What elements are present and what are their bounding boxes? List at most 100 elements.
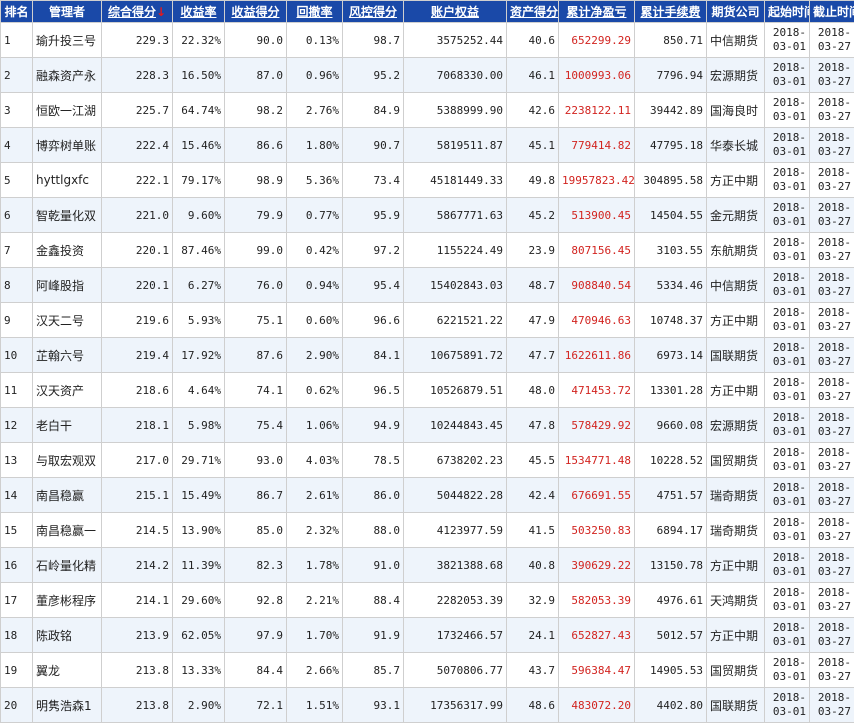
header-label[interactable]: 账户权益: [431, 5, 479, 19]
header-label[interactable]: 资产得分: [510, 5, 558, 19]
table-row[interactable]: 7金鑫投资220.187.46%99.00.42%97.21155224.492…: [1, 233, 854, 268]
end-date-cell: 2018-03-27: [810, 268, 854, 303]
header-label[interactable]: 风控得分: [349, 5, 397, 19]
table-row[interactable]: 19翼龙213.813.33%84.42.66%85.75070806.7743…: [1, 653, 854, 688]
net-pnl-cell: 1622611.86: [559, 338, 635, 373]
start-date-cell: 2018-03-01: [765, 478, 810, 513]
end-date-cell: 2018-03-27: [810, 128, 854, 163]
header-total-score[interactable]: 综合得分↓: [102, 1, 173, 23]
company-cell: 国海良时: [707, 93, 765, 128]
manager-name-link[interactable]: 南昌稳赢: [33, 478, 102, 513]
manager-name-link[interactable]: 博弈树单账: [33, 128, 102, 163]
manager-name-link[interactable]: 明隽浩森1: [33, 688, 102, 723]
header-drawdown[interactable]: 回撤率: [287, 1, 343, 23]
start-date-cell: 2018-03-01: [765, 548, 810, 583]
total-score-cell: 222.1: [102, 163, 173, 198]
manager-name-link[interactable]: 汉天资产: [33, 373, 102, 408]
table-row[interactable]: 5hyttlgxfc222.179.17%98.95.36%73.4451814…: [1, 163, 854, 198]
table-row[interactable]: 15南昌稳赢一214.513.90%85.02.32%88.04123977.5…: [1, 513, 854, 548]
manager-name-link[interactable]: 南昌稳赢一: [33, 513, 102, 548]
company-cell: 中信期货: [707, 268, 765, 303]
company-cell: 宏源期货: [707, 58, 765, 93]
fee-cell: 3103.55: [635, 233, 707, 268]
manager-name-link[interactable]: 瑜升投三号: [33, 23, 102, 58]
manager-name-link[interactable]: 芷翰六号: [33, 338, 102, 373]
table-row[interactable]: 17董彦彬程序214.129.60%92.82.21%88.42282053.3…: [1, 583, 854, 618]
manager-name-link[interactable]: 恒欧一江湖: [33, 93, 102, 128]
return-score-cell: 86.7: [225, 478, 287, 513]
risk-score-cell: 96.6: [343, 303, 404, 338]
equity-cell: 45181449.33: [404, 163, 507, 198]
start-date-cell: 2018-03-01: [765, 583, 810, 618]
asset-score-cell: 45.2: [507, 198, 559, 233]
header-label[interactable]: 累计手续费: [640, 5, 700, 19]
table-row[interactable]: 3恒欧一江湖225.764.74%98.22.76%84.95388999.90…: [1, 93, 854, 128]
header-risk-score[interactable]: 风控得分: [343, 1, 404, 23]
return-rate-cell: 22.32%: [173, 23, 225, 58]
table-row[interactable]: 12老白干218.15.98%75.41.06%94.910244843.454…: [1, 408, 854, 443]
table-row[interactable]: 13与取宏观双217.029.71%93.04.03%78.56738202.2…: [1, 443, 854, 478]
header-net-pnl[interactable]: 累计净盈亏: [559, 1, 635, 23]
table-row[interactable]: 4博弈树单账222.415.46%86.61.80%90.75819511.87…: [1, 128, 854, 163]
risk-score-cell: 94.9: [343, 408, 404, 443]
table-row[interactable]: 20明隽浩森1213.82.90%72.11.51%93.117356317.9…: [1, 688, 854, 723]
header-asset-score[interactable]: 资产得分: [507, 1, 559, 23]
risk-score-cell: 95.4: [343, 268, 404, 303]
table-row[interactable]: 6智乾量化双221.09.60%79.90.77%95.95867771.634…: [1, 198, 854, 233]
manager-name-link[interactable]: 融森资产永: [33, 58, 102, 93]
total-score-cell: 221.0: [102, 198, 173, 233]
table-row[interactable]: 8阿峰股指220.16.27%76.00.94%95.415402843.034…: [1, 268, 854, 303]
asset-score-cell: 32.9: [507, 583, 559, 618]
manager-name-link[interactable]: 石岭量化精: [33, 548, 102, 583]
fee-cell: 10748.37: [635, 303, 707, 338]
manager-name-link[interactable]: 翼龙: [33, 653, 102, 688]
drawdown-cell: 0.96%: [287, 58, 343, 93]
header-label[interactable]: 收益得分: [231, 5, 279, 19]
end-date-cell: 2018-03-27: [810, 93, 854, 128]
return-rate-cell: 6.27%: [173, 268, 225, 303]
total-score-cell: 222.4: [102, 128, 173, 163]
company-cell: 方正中期: [707, 548, 765, 583]
manager-name-link[interactable]: 陈政铭: [33, 618, 102, 653]
total-score-cell: 228.3: [102, 58, 173, 93]
return-rate-cell: 2.90%: [173, 688, 225, 723]
manager-name-link[interactable]: hyttlgxfc: [33, 163, 102, 198]
table-row[interactable]: 11汉天资产218.64.64%74.10.62%96.510526879.51…: [1, 373, 854, 408]
end-date-cell: 2018-03-27: [810, 513, 854, 548]
drawdown-cell: 4.03%: [287, 443, 343, 478]
manager-name-link[interactable]: 金鑫投资: [33, 233, 102, 268]
header-label[interactable]: 收益率: [180, 5, 216, 19]
manager-name-link[interactable]: 智乾量化双: [33, 198, 102, 233]
risk-score-cell: 91.0: [343, 548, 404, 583]
header-label[interactable]: 回撤率: [296, 5, 332, 19]
header-return-score[interactable]: 收益得分: [225, 1, 287, 23]
table-row[interactable]: 1瑜升投三号229.322.32%90.00.13%98.73575252.44…: [1, 23, 854, 58]
manager-name-link[interactable]: 与取宏观双: [33, 443, 102, 478]
header-label[interactable]: 累计净盈亏: [566, 5, 626, 19]
table-row[interactable]: 16石岭量化精214.211.39%82.31.78%91.03821388.6…: [1, 548, 854, 583]
rank-cell: 10: [1, 338, 33, 373]
return-rate-cell: 17.92%: [173, 338, 225, 373]
table-row[interactable]: 10芷翰六号219.417.92%87.62.90%84.110675891.7…: [1, 338, 854, 373]
manager-name-link[interactable]: 老白干: [33, 408, 102, 443]
header-fees[interactable]: 累计手续费: [635, 1, 707, 23]
manager-name-link[interactable]: 阿峰股指: [33, 268, 102, 303]
equity-cell: 6221521.22: [404, 303, 507, 338]
header-label[interactable]: 综合得分: [108, 5, 156, 19]
total-score-cell: 219.6: [102, 303, 173, 338]
header-equity[interactable]: 账户权益: [404, 1, 507, 23]
asset-score-cell: 41.5: [507, 513, 559, 548]
manager-name-link[interactable]: 汉天二号: [33, 303, 102, 338]
manager-name-link[interactable]: 董彦彬程序: [33, 583, 102, 618]
table-row[interactable]: 9汉天二号219.65.93%75.10.60%96.66221521.2247…: [1, 303, 854, 338]
table-row[interactable]: 2融森资产永228.316.50%87.00.96%95.27068330.00…: [1, 58, 854, 93]
company-cell: 方正中期: [707, 373, 765, 408]
table-row[interactable]: 18陈政铭213.962.05%97.91.70%91.91732466.572…: [1, 618, 854, 653]
fee-cell: 47795.18: [635, 128, 707, 163]
equity-cell: 3821388.68: [404, 548, 507, 583]
table-row[interactable]: 14南昌稳赢215.115.49%86.72.61%86.05044822.28…: [1, 478, 854, 513]
equity-cell: 10675891.72: [404, 338, 507, 373]
risk-score-cell: 73.4: [343, 163, 404, 198]
start-date-cell: 2018-03-01: [765, 443, 810, 478]
header-return-rate[interactable]: 收益率: [173, 1, 225, 23]
